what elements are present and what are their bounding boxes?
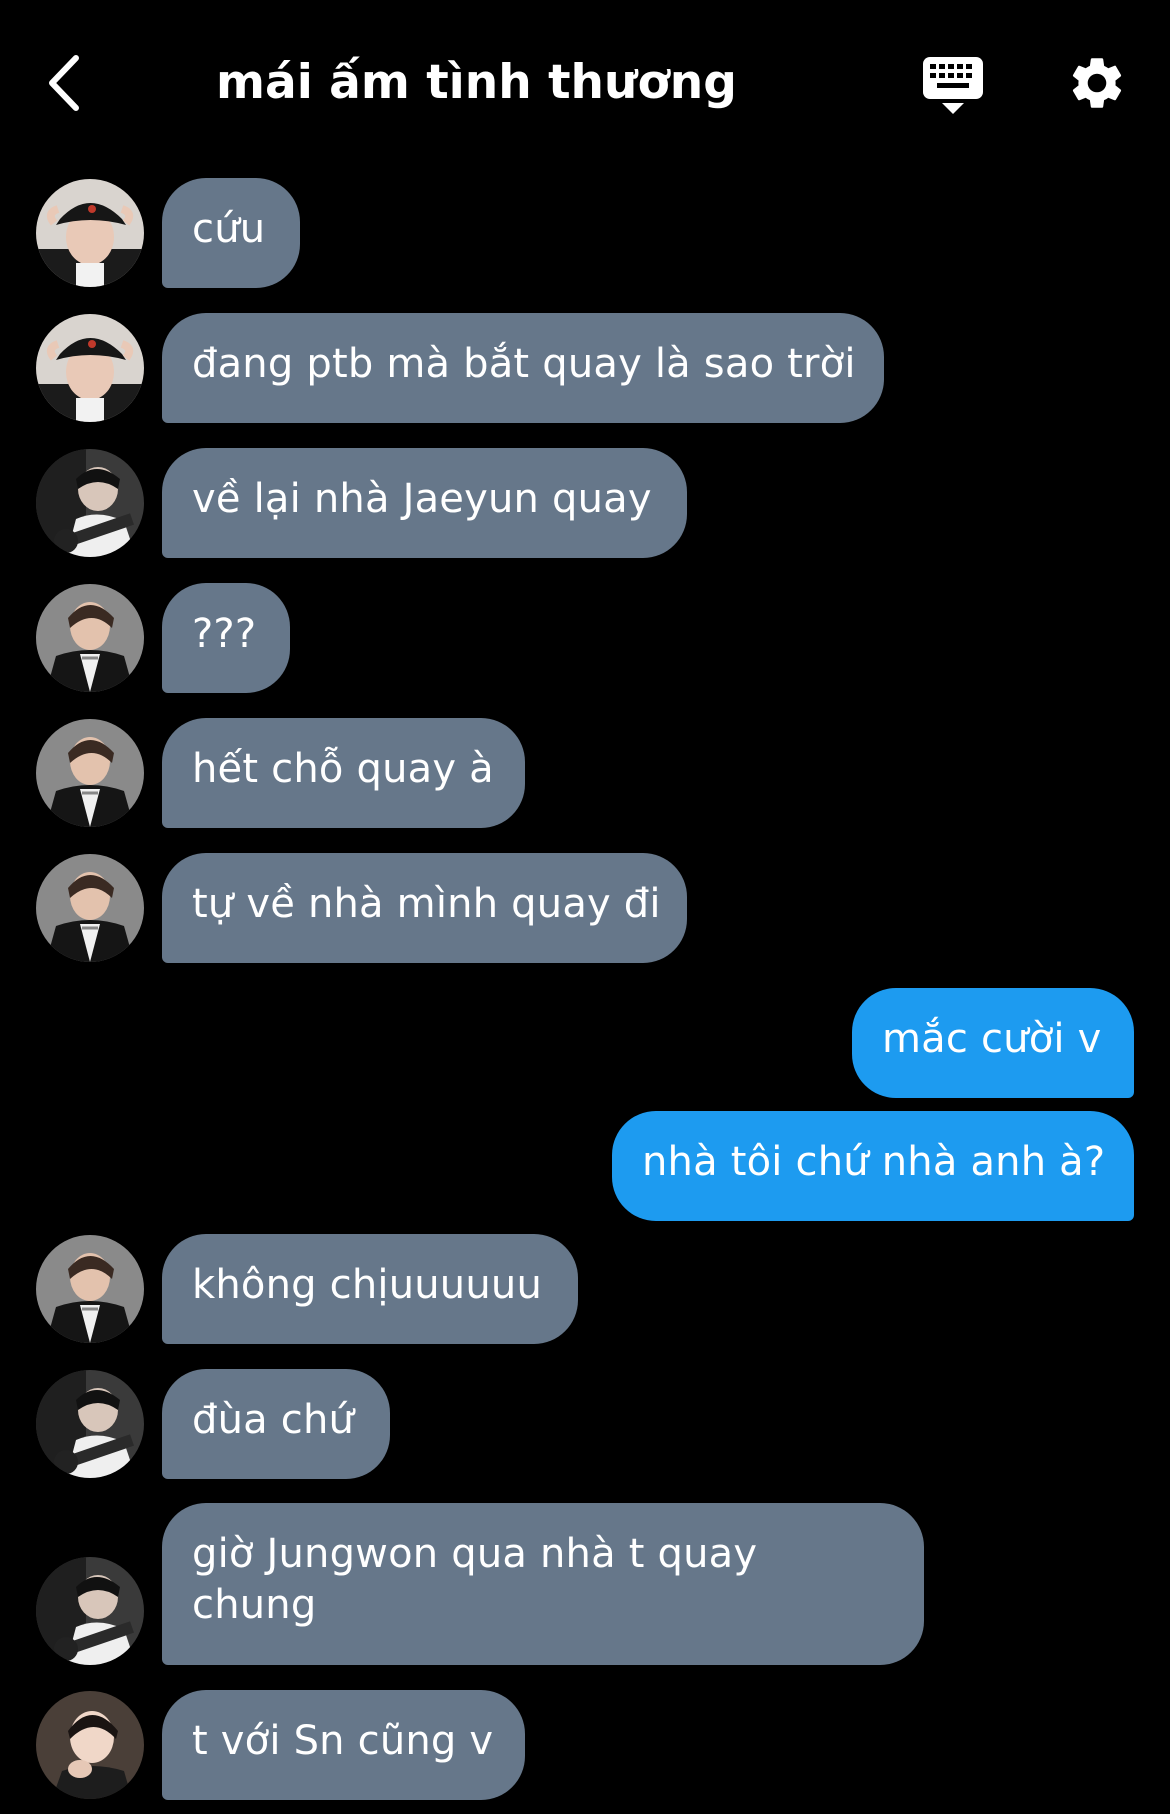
avatar[interactable] <box>36 1557 144 1665</box>
message-row: nhà tôi chứ nhà anh à? <box>0 1111 1170 1221</box>
avatar[interactable] <box>36 854 144 962</box>
message-row: đùa chứ <box>0 1369 1170 1479</box>
message-row: ??? <box>0 583 1170 693</box>
message-bubble[interactable]: nhà tôi chứ nhà anh à? <box>612 1111 1134 1221</box>
chat-header: mái ấm tình thương <box>0 0 1170 165</box>
message-row: về lại nhà Jaeyun quay <box>0 448 1170 558</box>
message-bubble[interactable]: tự về nhà mình quay đi <box>162 853 687 963</box>
message-bubble[interactable]: t với Sn cũng v <box>162 1690 525 1800</box>
message-row: đang ptb mà bắt quay là sao trời <box>0 313 1170 423</box>
avatar[interactable] <box>36 449 144 557</box>
message-row: cứu <box>0 178 1170 288</box>
keyboard-icon <box>923 57 983 114</box>
message-bubble[interactable]: đang ptb mà bắt quay là sao trời <box>162 313 884 423</box>
message-row: mắc cười v <box>0 988 1170 1098</box>
avatar[interactable] <box>36 1691 144 1799</box>
message-bubble[interactable]: hết chỗ quay à <box>162 718 525 828</box>
avatar[interactable] <box>36 314 144 422</box>
message-bubble[interactable]: không chịuuuuuu <box>162 1234 578 1344</box>
message-row: t với Sn cũng v <box>0 1690 1170 1800</box>
message-bubble[interactable]: giờ Jungwon qua nhà t quay chung <box>162 1503 924 1665</box>
message-row: tự về nhà mình quay đi <box>0 853 1170 963</box>
settings-button[interactable] <box>1066 52 1128 114</box>
avatar[interactable] <box>36 179 144 287</box>
avatar[interactable] <box>36 1235 144 1343</box>
message-bubble[interactable]: ??? <box>162 583 290 693</box>
avatar[interactable] <box>36 719 144 827</box>
message-row: không chịuuuuuu <box>0 1234 1170 1344</box>
keyboard-toggle-button[interactable] <box>920 52 986 118</box>
avatar[interactable] <box>36 1370 144 1478</box>
avatar[interactable] <box>36 584 144 692</box>
message-row: giờ Jungwon qua nhà t quay chung <box>0 1503 1170 1665</box>
back-button[interactable] <box>40 48 90 118</box>
message-bubble[interactable]: cứu <box>162 178 300 288</box>
message-bubble[interactable]: đùa chứ <box>162 1369 390 1479</box>
message-bubble[interactable]: về lại nhà Jaeyun quay <box>162 448 687 558</box>
gear-icon <box>1072 58 1122 108</box>
chevron-left-icon <box>49 55 79 111</box>
conversation-title: mái ấm tình thương <box>216 55 737 110</box>
message-row: hết chỗ quay à <box>0 718 1170 828</box>
message-bubble[interactable]: mắc cười v <box>852 988 1134 1098</box>
